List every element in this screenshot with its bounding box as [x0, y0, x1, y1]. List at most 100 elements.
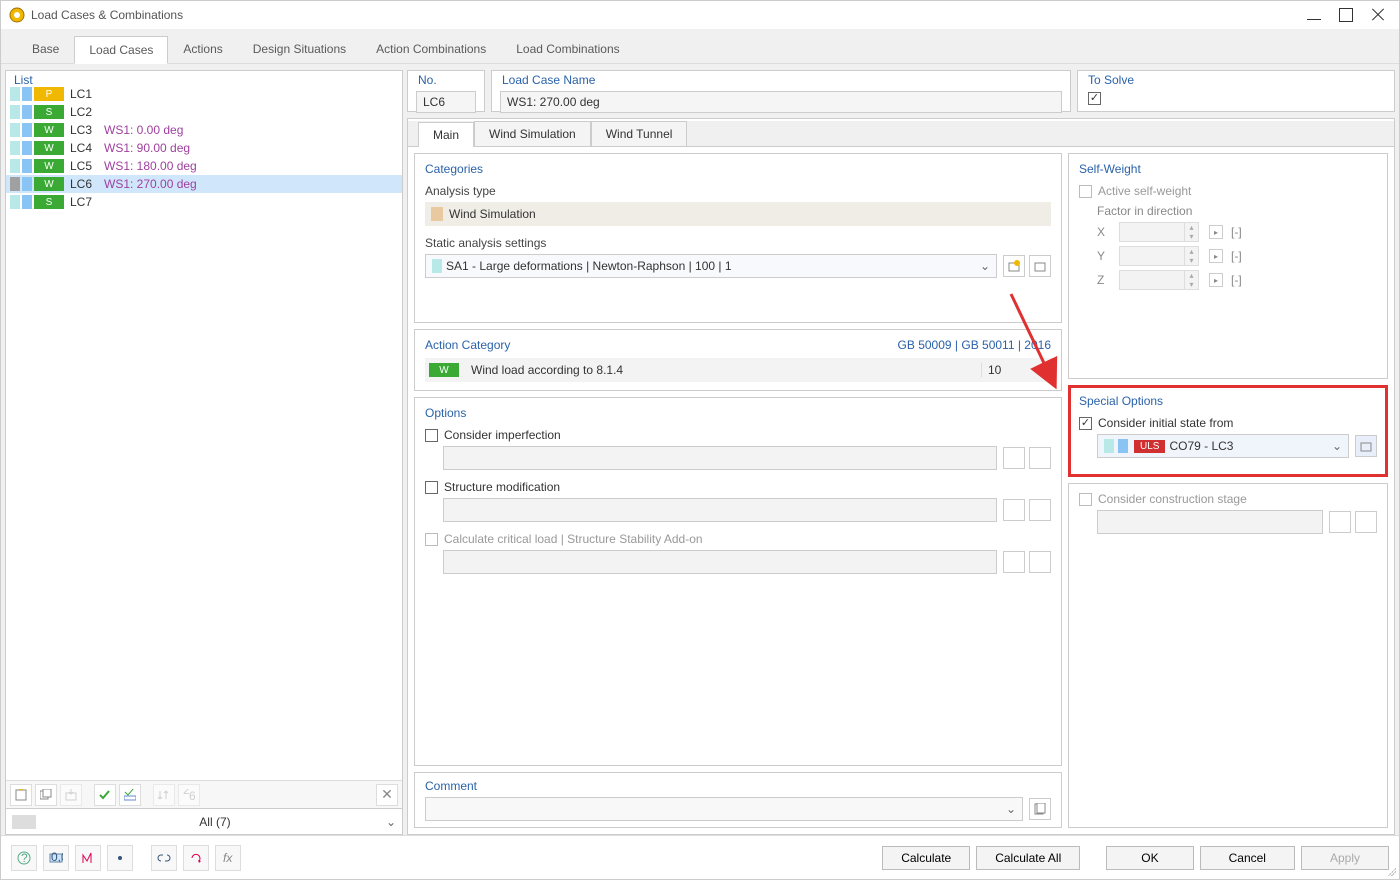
comment-dropdown[interactable]: ⌄: [425, 797, 1023, 821]
top-tabs: Base Load Cases Actions Design Situation…: [1, 29, 1399, 64]
delete-icon[interactable]: ✕: [376, 784, 398, 806]
tab-main[interactable]: Main: [418, 122, 474, 147]
filter-dropdown[interactable]: All (7) ⌄: [5, 809, 403, 835]
action-category-row: W Wind load according to 8.1.4 10: [425, 358, 1051, 382]
initial-state-checkbox[interactable]: [1079, 417, 1092, 430]
svg-text:fx: fx: [223, 851, 233, 865]
structure-mod-dropdown[interactable]: [443, 498, 997, 522]
list-item-lc3[interactable]: WLC3WS1: 0.00 deg: [6, 121, 402, 139]
new-icon[interactable]: [10, 784, 32, 806]
categories-section: Categories Analysis type Wind Simulation…: [414, 153, 1062, 323]
ok-button[interactable]: OK: [1106, 846, 1193, 870]
imperfection-row: Consider imperfection: [425, 428, 1051, 442]
renumber-icon[interactable]: 26: [178, 784, 200, 806]
list-body[interactable]: PLC1SLC2WLC3WS1: 0.00 degWLC4WS1: 90.00 …: [6, 83, 402, 780]
action-category-section: Action Category GB 50009 | GB 50011 | 20…: [414, 329, 1062, 391]
construction-stage-dropdown: [1097, 510, 1323, 534]
action-category-codes: GB 50009 | GB 50011 | 2016: [898, 338, 1051, 352]
w-badge: W: [429, 363, 459, 377]
filter-swatch: [12, 815, 36, 829]
uncheck-all-icon[interactable]: [119, 784, 141, 806]
uls-badge: ULS: [1134, 440, 1165, 453]
footer-function-icon[interactable]: fx: [215, 845, 241, 871]
initial-state-edit-icon[interactable]: [1355, 435, 1377, 457]
cancel-button[interactable]: Cancel: [1200, 846, 1295, 870]
list-item-lc4[interactable]: WLC4WS1: 90.00 deg: [6, 139, 402, 157]
tab-wind-simulation[interactable]: Wind Simulation: [474, 121, 591, 146]
sas-edit-icon[interactable]: [1029, 255, 1051, 277]
initial-state-dropdown[interactable]: ULS CO79 - LC3 ⌄: [1097, 434, 1349, 458]
tab-actions[interactable]: Actions: [168, 35, 237, 63]
check-all-icon[interactable]: [94, 784, 116, 806]
titlebar: Load Cases & Combinations: [1, 1, 1399, 29]
tab-load-combinations[interactable]: Load Combinations: [501, 35, 634, 63]
tab-wind-tunnel[interactable]: Wind Tunnel: [591, 121, 688, 146]
sas-swatch: [432, 259, 442, 273]
name-input[interactable]: [500, 91, 1062, 113]
calculate-all-button[interactable]: Calculate All: [976, 846, 1080, 870]
analysis-type-swatch: [431, 207, 443, 221]
comment-edit-icon[interactable]: [1029, 798, 1051, 820]
footer-refresh-icon[interactable]: [183, 845, 209, 871]
footer: ? 0,00 fx Calculate Calculate All OK Can…: [1, 835, 1399, 879]
imperfection-new-icon[interactable]: [1003, 447, 1025, 469]
options-title: Options: [425, 406, 1051, 420]
options-section: Options Consider imperfection: [414, 397, 1062, 766]
export-icon[interactable]: [60, 784, 82, 806]
resize-grip[interactable]: [1386, 866, 1396, 876]
sas-dropdown[interactable]: SA1 - Large deformations | Newton-Raphso…: [425, 254, 997, 278]
left-panel: List PLC1SLC2WLC3WS1: 0.00 degWLC4WS1: 9…: [5, 70, 403, 835]
imperfection-sub: [425, 446, 1051, 470]
comment-section: Comment ⌄: [414, 772, 1062, 828]
active-self-weight-checkbox: [1079, 185, 1092, 198]
critical-load-dropdown: [443, 550, 997, 574]
analysis-type-label: Analysis type: [425, 184, 1051, 198]
footer-analysis-icon[interactable]: [75, 845, 101, 871]
tab-action-combinations[interactable]: Action Combinations: [361, 35, 501, 63]
list-item-lc2[interactable]: SLC2: [6, 103, 402, 121]
list-group: List PLC1SLC2WLC3WS1: 0.00 degWLC4WS1: 9…: [5, 70, 403, 809]
structure-mod-new-icon[interactable]: [1003, 499, 1025, 521]
solve-checkbox[interactable]: [1088, 92, 1101, 105]
close-button[interactable]: [1371, 8, 1385, 22]
special-options-highlight: Special Options Consider initial state f…: [1068, 385, 1388, 477]
main-frame: Main Wind Simulation Wind Tunnel Categor…: [407, 118, 1395, 835]
copy-icon[interactable]: [35, 784, 57, 806]
imperfection-dropdown[interactable]: [443, 446, 997, 470]
sas-new-icon[interactable]: [1003, 255, 1025, 277]
solve-label: To Solve: [1086, 73, 1136, 87]
factor-x-spinner: ▴▾: [1119, 222, 1199, 242]
list-title: List: [14, 73, 33, 87]
critical-load-new-icon: [1003, 551, 1025, 573]
structure-mod-edit-icon[interactable]: [1029, 499, 1051, 521]
maximize-button[interactable]: [1339, 8, 1353, 22]
sort-icon[interactable]: [153, 784, 175, 806]
footer-units-icon[interactable]: 0,00: [43, 845, 69, 871]
imperfection-edit-icon[interactable]: [1029, 447, 1051, 469]
list-item-lc6[interactable]: WLC6WS1: 270.00 deg: [6, 175, 402, 193]
structure-mod-sub: [425, 498, 1051, 522]
apply-button[interactable]: Apply: [1301, 846, 1389, 870]
active-self-weight-row: Active self-weight: [1079, 184, 1377, 198]
solve-box: To Solve: [1077, 70, 1395, 112]
critical-load-edit-icon: [1029, 551, 1051, 573]
footer-help-icon[interactable]: ?: [11, 845, 37, 871]
footer-link-icon[interactable]: [151, 845, 177, 871]
structure-mod-checkbox[interactable]: [425, 481, 438, 494]
special-options-title: Special Options: [1079, 394, 1377, 408]
tab-load-cases[interactable]: Load Cases: [74, 36, 168, 64]
imperfection-checkbox[interactable]: [425, 429, 438, 442]
factor-z-spinner: ▴▾: [1119, 270, 1199, 290]
mid-right-column: Self-Weight Active self-weight Factor in…: [1068, 153, 1388, 828]
calculate-button[interactable]: Calculate: [882, 846, 970, 870]
minimize-button[interactable]: [1307, 8, 1321, 22]
tab-design-situations[interactable]: Design Situations: [238, 35, 361, 63]
list-item-lc5[interactable]: WLC5WS1: 180.00 deg: [6, 157, 402, 175]
list-item-lc1[interactable]: PLC1: [6, 85, 402, 103]
chevron-down-icon: ⌄: [980, 259, 990, 273]
tab-base[interactable]: Base: [17, 35, 74, 63]
critical-load-sub: [425, 550, 1051, 574]
footer-dot-icon[interactable]: [107, 845, 133, 871]
list-item-lc7[interactable]: SLC7: [6, 193, 402, 211]
svg-text:0,00: 0,00: [51, 851, 63, 864]
